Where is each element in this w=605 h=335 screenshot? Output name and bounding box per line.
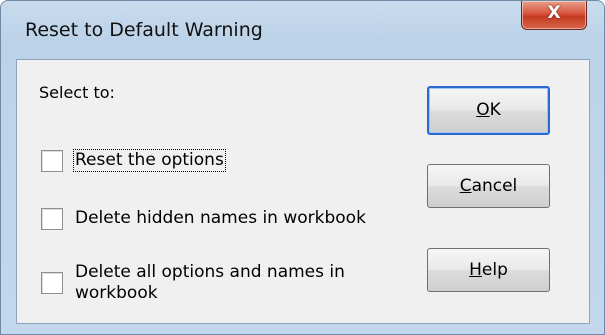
title-bar[interactable]: Reset to Default Warning X	[1, 1, 604, 61]
reset-options-label[interactable]: Reset the options	[73, 149, 226, 172]
delete-hidden-names-label[interactable]: Delete hidden names in workbook	[75, 208, 366, 229]
select-prompt-label: Select to:	[39, 83, 115, 102]
cancel-mnemonic: C	[459, 176, 472, 196]
help-button[interactable]: Help	[427, 248, 550, 292]
reset-options-checkbox[interactable]	[41, 150, 63, 172]
delete-hidden-names-checkbox[interactable]	[41, 208, 63, 230]
ok-button[interactable]: OK	[427, 86, 550, 135]
ok-label-rest: K	[489, 100, 501, 120]
dialog-window: Reset to Default Warning X Select to: Re…	[0, 0, 605, 335]
window-title: Reset to Default Warning	[25, 19, 263, 41]
help-label-rest: elp	[481, 260, 508, 280]
delete-all-checkbox[interactable]	[41, 272, 63, 294]
help-mnemonic: H	[469, 260, 482, 280]
ok-mnemonic: O	[476, 100, 490, 120]
cancel-label-rest: ancel	[471, 176, 518, 196]
delete-all-label[interactable]: Delete all options and names in workbook	[75, 262, 375, 304]
cancel-button[interactable]: Cancel	[427, 164, 550, 208]
close-icon: X	[547, 3, 561, 23]
dialog-body: Select to: Reset the options Delete hidd…	[16, 59, 590, 324]
close-button[interactable]: X	[521, 1, 587, 30]
